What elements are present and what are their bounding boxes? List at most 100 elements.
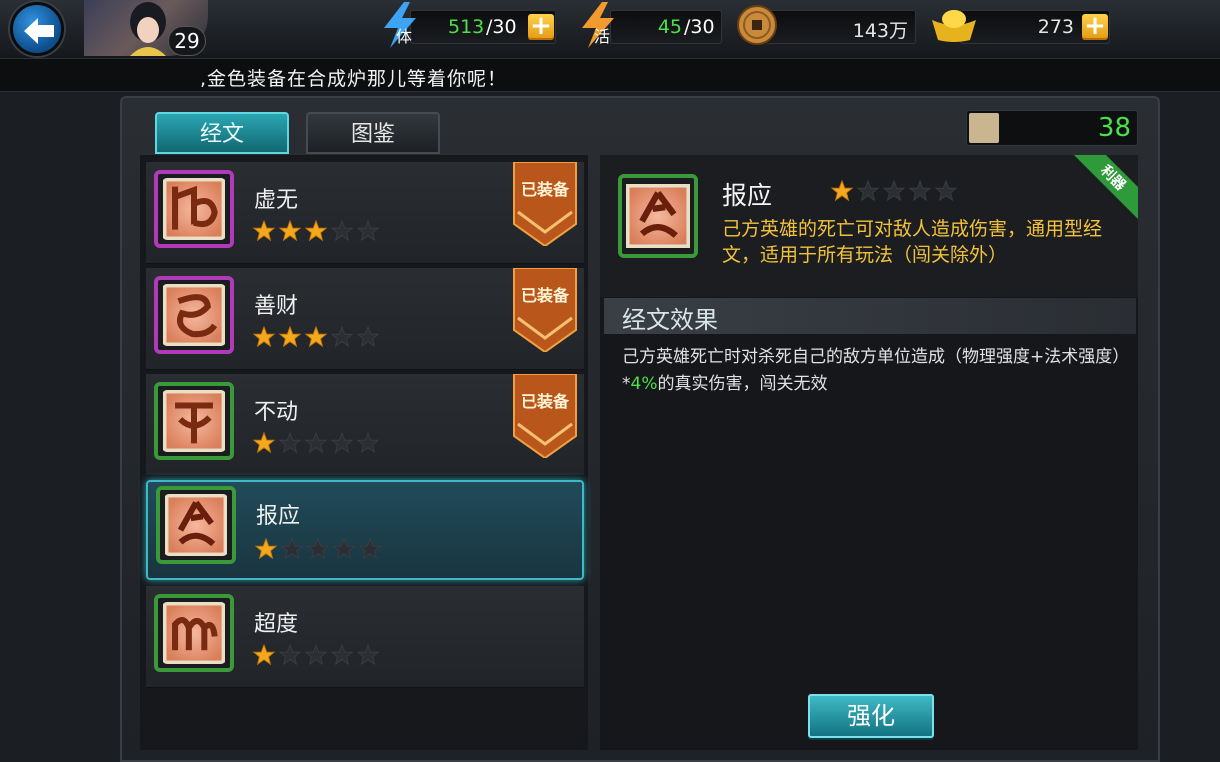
star-filled-icon bbox=[830, 180, 854, 202]
scripture-list-item[interactable]: 报应 bbox=[146, 480, 584, 580]
detail-scripture-slot bbox=[618, 174, 698, 258]
star-empty-icon bbox=[332, 538, 356, 560]
star-empty-icon bbox=[306, 538, 330, 560]
star-filled-icon bbox=[278, 326, 302, 348]
rune-budong-icon bbox=[163, 390, 225, 452]
scripture-slot bbox=[154, 276, 234, 354]
scripture-name: 超度 bbox=[254, 612, 299, 637]
star-empty-icon bbox=[304, 432, 328, 454]
rune-xuwu-icon bbox=[163, 178, 225, 240]
star-empty-icon bbox=[356, 432, 380, 454]
scripture-slot bbox=[154, 594, 234, 672]
news-ticker: ,金色装备在合成炉那儿等着你呢！ bbox=[0, 58, 1220, 92]
tab-codex[interactable]: 图鉴 bbox=[306, 112, 440, 154]
scripture-stars bbox=[252, 432, 382, 454]
star-empty-icon bbox=[330, 326, 354, 348]
star-empty-icon bbox=[280, 538, 304, 560]
stamina-value: 513 bbox=[448, 16, 485, 38]
back-button[interactable] bbox=[10, 2, 64, 56]
coins-value: 143万 bbox=[852, 20, 908, 42]
equipped-banner: 已装备 bbox=[512, 161, 578, 248]
add-stamina-button[interactable]: + bbox=[528, 13, 554, 40]
star-filled-icon bbox=[304, 220, 328, 242]
rune-shancai-icon bbox=[163, 284, 225, 346]
add-gold-button[interactable]: + bbox=[1082, 13, 1108, 40]
scripture-list-item[interactable]: 虚无 已装备 bbox=[146, 161, 584, 264]
star-empty-icon bbox=[356, 326, 380, 348]
equipped-label: 已装备 bbox=[520, 180, 569, 199]
detail-name: 报应 bbox=[722, 181, 773, 210]
star-empty-icon bbox=[330, 644, 354, 666]
star-empty-icon bbox=[330, 220, 354, 242]
scripture-slot bbox=[154, 382, 234, 460]
scripture-name: 不动 bbox=[254, 400, 299, 425]
scroll-fragment-icon bbox=[969, 113, 999, 143]
star-empty-icon bbox=[882, 180, 906, 202]
fragment-counter: 38 bbox=[966, 110, 1138, 146]
star-empty-icon bbox=[356, 220, 380, 242]
star-empty-icon bbox=[908, 180, 932, 202]
star-empty-icon bbox=[856, 180, 880, 202]
gold-value: 273 bbox=[1037, 16, 1074, 38]
detail-description: 己方英雄的死亡可对敌人造成伤害，通用型经文，适用于所有玩法（闯关除外） bbox=[722, 218, 1103, 266]
stamina-lightning-icon: 体 bbox=[384, 2, 416, 48]
star-filled-icon bbox=[254, 538, 278, 560]
player-level-badge: 29 bbox=[168, 26, 206, 56]
star-filled-icon bbox=[278, 220, 302, 242]
effect-text: 己方英雄死亡时对杀死自己的敌方单位造成（物理强度+法术强度）*4%的真实伤害，闯… bbox=[622, 344, 1122, 398]
scripture-stars bbox=[252, 644, 382, 666]
star-empty-icon bbox=[330, 432, 354, 454]
equipped-label: 已装备 bbox=[520, 286, 569, 305]
scripture-name: 虚无 bbox=[254, 188, 299, 213]
scripture-name: 善财 bbox=[254, 294, 299, 319]
star-empty-icon bbox=[356, 644, 380, 666]
scripture-stars bbox=[254, 538, 384, 560]
effect-highlight: 4% bbox=[630, 374, 658, 394]
detail-stars bbox=[830, 180, 960, 206]
star-filled-icon bbox=[304, 326, 328, 348]
equipped-label: 已装备 bbox=[520, 392, 569, 411]
top-bar: 29 体 513 /30 + 活 45 /30 143万 273 + bbox=[0, 0, 1220, 58]
scripture-slot bbox=[156, 486, 236, 564]
equipped-banner: 已装备 bbox=[512, 373, 578, 460]
star-empty-icon bbox=[934, 180, 958, 202]
star-filled-icon bbox=[252, 432, 276, 454]
effect-section-title: 经文效果 bbox=[622, 306, 718, 334]
upgrade-button[interactable]: 强化 bbox=[808, 694, 934, 738]
scripture-name: 报应 bbox=[256, 504, 301, 529]
rune-baoying-icon bbox=[165, 494, 227, 556]
banner-shield-icon bbox=[513, 373, 577, 460]
stamina-max: /30 bbox=[486, 16, 517, 38]
gold-ingot-icon bbox=[932, 10, 976, 42]
ticker-text: ,金色装备在合成炉那儿等着你呢！ bbox=[200, 68, 508, 90]
fragment-count: 38 bbox=[1097, 113, 1131, 143]
tab-scriptures[interactable]: 经文 bbox=[155, 112, 289, 154]
scripture-slot bbox=[154, 170, 234, 248]
vitality-lightning-icon: 活 bbox=[582, 2, 614, 48]
banner-shield-icon bbox=[513, 161, 577, 248]
star-empty-icon bbox=[304, 644, 328, 666]
star-filled-icon bbox=[252, 326, 276, 348]
back-arrow-icon bbox=[24, 18, 54, 44]
star-empty-icon bbox=[278, 432, 302, 454]
star-filled-icon bbox=[252, 644, 276, 666]
effect-section-bar: 经文效果 bbox=[604, 298, 1136, 334]
scripture-list-item[interactable]: 善财 已装备 bbox=[146, 267, 584, 370]
vitality-value: 45 bbox=[657, 16, 682, 38]
banner-shield-icon bbox=[513, 267, 577, 354]
star-empty-icon bbox=[278, 644, 302, 666]
copper-coin-icon bbox=[737, 5, 777, 45]
rune-baoying-icon bbox=[626, 184, 690, 248]
vitality-glyph: 活 bbox=[594, 27, 610, 46]
effect-suffix: 的真实伤害，闯关无效 bbox=[657, 374, 828, 394]
vitality-max: /30 bbox=[684, 16, 715, 38]
scripture-stars bbox=[252, 220, 382, 242]
star-empty-icon bbox=[358, 538, 382, 560]
scripture-list-item[interactable]: 超度 bbox=[146, 586, 584, 688]
stamina-glyph: 体 bbox=[396, 27, 412, 46]
star-filled-icon bbox=[252, 220, 276, 242]
scripture-list-item[interactable]: 不动 已装备 bbox=[146, 373, 584, 476]
rune-chaodu-icon bbox=[163, 602, 225, 664]
scripture-stars bbox=[252, 326, 382, 348]
weapon-ribbon-badge: 利器 bbox=[1074, 155, 1138, 219]
